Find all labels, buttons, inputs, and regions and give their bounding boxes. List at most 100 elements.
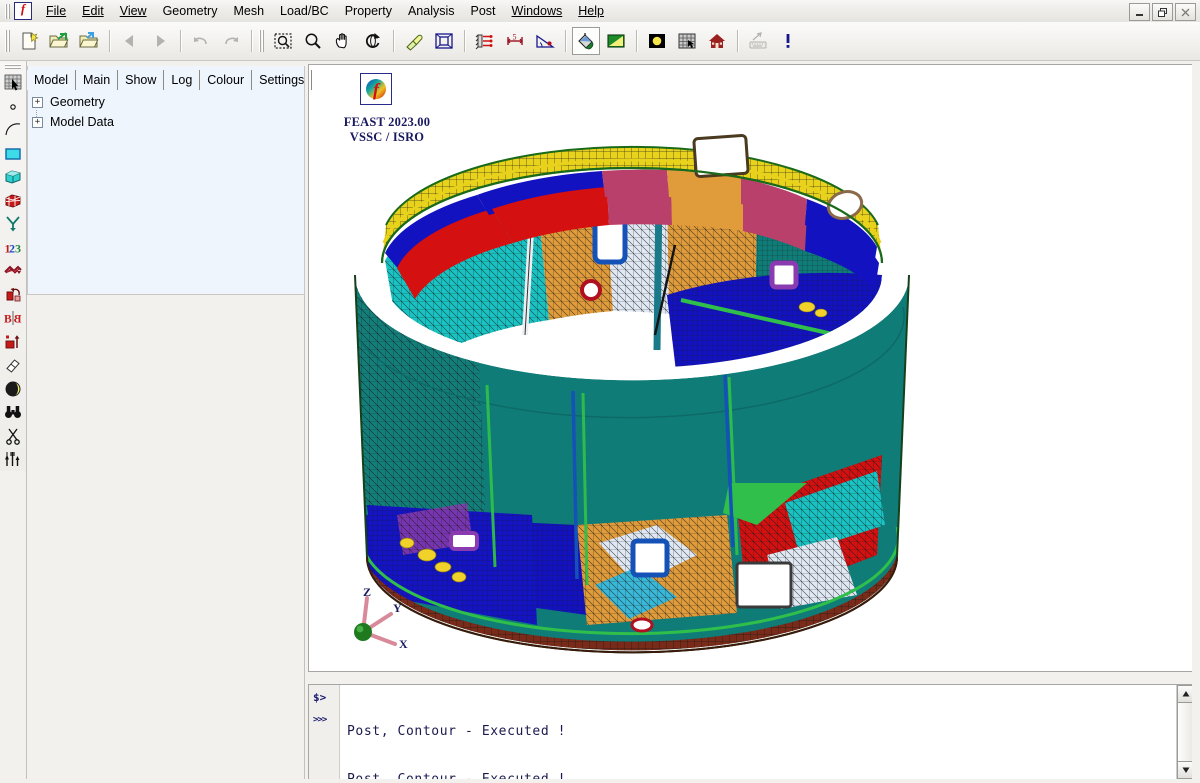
- toolbar-drag-grip[interactable]: [258, 30, 265, 52]
- rail-item-merge[interactable]: [0, 259, 26, 283]
- menu-help-label: Help: [578, 4, 604, 18]
- menu-windows[interactable]: Windows: [504, 2, 571, 20]
- tab-log-label: Log: [171, 73, 193, 87]
- panel-tab-bar: Model Main Show Log Colour Settings: [27, 68, 313, 90]
- new-file-button[interactable]: [15, 27, 43, 55]
- undo-button[interactable]: [187, 27, 215, 55]
- toolbar-separator: [565, 30, 566, 52]
- tab-settings[interactable]: Settings: [252, 70, 313, 90]
- rail-item-surface[interactable]: [0, 142, 26, 166]
- distance-measure-button[interactable]: 5: [501, 27, 529, 55]
- background-colour-button[interactable]: [602, 27, 630, 55]
- keyboard-input-button[interactable]: [744, 27, 772, 55]
- tab-colour-label: Colour: [207, 73, 245, 87]
- rail-item-curve[interactable]: [0, 118, 26, 142]
- rail-item-rotate-copy[interactable]: [0, 283, 26, 307]
- menu-post-label: Post: [470, 4, 496, 18]
- menu-view[interactable]: View: [112, 2, 155, 20]
- rail-item-cut[interactable]: [0, 424, 26, 448]
- curve-icon: [5, 123, 21, 136]
- angle-measure-button[interactable]: [531, 27, 559, 55]
- pan-button[interactable]: [329, 27, 357, 55]
- redo-button[interactable]: [217, 27, 245, 55]
- rail-item-shade[interactable]: [0, 377, 26, 401]
- menu-loadbc-label: Load/BC: [280, 4, 329, 18]
- volume-mesh-icon: [5, 194, 21, 208]
- toolbar-separator: [393, 30, 394, 52]
- toolbar-drag-grip[interactable]: [4, 30, 11, 52]
- menu-edit-label: Edit: [82, 4, 104, 18]
- fill-colour-button[interactable]: [572, 27, 600, 55]
- clean-button[interactable]: [400, 27, 428, 55]
- bottom-margin-strip: [0, 779, 1200, 783]
- console-scrollbar[interactable]: [1176, 685, 1193, 779]
- tree-node-model-data[interactable]: + Model Data: [32, 112, 297, 132]
- boundary-condition-button[interactable]: [471, 27, 499, 55]
- menu-analysis[interactable]: Analysis: [400, 2, 463, 20]
- tree-node-geometry[interactable]: + Geometry: [32, 92, 297, 122]
- menu-edit[interactable]: Edit: [74, 2, 112, 20]
- rail-item-tools[interactable]: [0, 448, 26, 472]
- viewport-canvas[interactable]: f FEAST 2023.00 VSSC / ISRO Z Y X: [309, 65, 1193, 671]
- tab-log[interactable]: Log: [164, 70, 201, 90]
- zoom-window-button[interactable]: [269, 27, 297, 55]
- home-view-button[interactable]: [703, 27, 731, 55]
- forward-button[interactable]: [146, 27, 174, 55]
- rail-item-point[interactable]: [0, 95, 26, 119]
- menu-drag-grip[interactable]: [4, 3, 11, 19]
- menu-post[interactable]: Post: [463, 2, 504, 20]
- rail-item-find[interactable]: [0, 401, 26, 425]
- surface-rect-icon: [5, 147, 21, 160]
- binoculars-icon: [5, 406, 21, 419]
- rail-item-numbering[interactable]: 1 2 3: [0, 236, 26, 260]
- command-console[interactable]: $> >>> Post, Contour - Executed ! Post, …: [308, 684, 1194, 780]
- light-source-button[interactable]: [643, 27, 671, 55]
- tab-main[interactable]: Main: [76, 70, 119, 90]
- tab-colour[interactable]: Colour: [200, 70, 253, 90]
- restore-button[interactable]: [1152, 3, 1173, 21]
- rail-item-solid[interactable]: [0, 165, 26, 189]
- expander-plus-icon[interactable]: +: [32, 96, 43, 108]
- grid-select-button[interactable]: [673, 27, 701, 55]
- toolbar-separator: [180, 30, 181, 52]
- menu-help[interactable]: Help: [570, 2, 612, 20]
- menu-geometry[interactable]: Geometry: [155, 2, 226, 20]
- expander-plus-icon[interactable]: +: [32, 116, 43, 128]
- rail-item-mirror[interactable]: B B: [0, 306, 26, 330]
- menu-file[interactable]: File: [38, 2, 74, 20]
- close-button[interactable]: [1175, 3, 1196, 21]
- extrude-up-icon: [5, 334, 20, 349]
- rail-item-erase[interactable]: [0, 353, 26, 377]
- zoom-button[interactable]: [299, 27, 327, 55]
- menu-loadbc[interactable]: Load/BC: [272, 2, 337, 20]
- tab-model[interactable]: Model: [27, 70, 77, 90]
- tool-rail-filler: [0, 471, 27, 783]
- toolbar-separator: [109, 30, 110, 52]
- rotate-button[interactable]: [359, 27, 387, 55]
- finite-element-mesh-model[interactable]: [309, 65, 1193, 671]
- rail-drag-grip[interactable]: [5, 63, 21, 70]
- rail-item-extrude[interactable]: [0, 330, 26, 354]
- tab-show[interactable]: Show: [118, 70, 165, 90]
- open-file-button[interactable]: [45, 27, 73, 55]
- save-file-button[interactable]: [75, 27, 103, 55]
- rail-item-select-node[interactable]: [0, 71, 26, 95]
- axis-triad: Z Y X: [354, 585, 408, 651]
- back-button[interactable]: [116, 27, 144, 55]
- title-bar: f File Edit View Geometry Mesh Load/BC P…: [0, 0, 1200, 23]
- right-margin-strip: [1192, 61, 1200, 783]
- toolbar-separator: [737, 30, 738, 52]
- minimize-button[interactable]: [1129, 3, 1150, 21]
- menu-property[interactable]: Property: [337, 2, 400, 20]
- tab-show-label: Show: [125, 73, 157, 87]
- expander-glyph: +: [34, 117, 41, 127]
- info-button[interactable]: [774, 27, 802, 55]
- rail-item-volume-mesh[interactable]: [0, 189, 26, 213]
- menu-mesh[interactable]: Mesh: [225, 2, 272, 20]
- feast-logo-icon: f: [14, 2, 32, 20]
- svg-text:B: B: [14, 314, 22, 326]
- fit-view-button[interactable]: [430, 27, 458, 55]
- graphics-viewport[interactable]: f FEAST 2023.00 VSSC / ISRO Z Y X: [308, 64, 1194, 672]
- rail-item-split[interactable]: [0, 212, 26, 236]
- window-controls: [1129, 3, 1196, 21]
